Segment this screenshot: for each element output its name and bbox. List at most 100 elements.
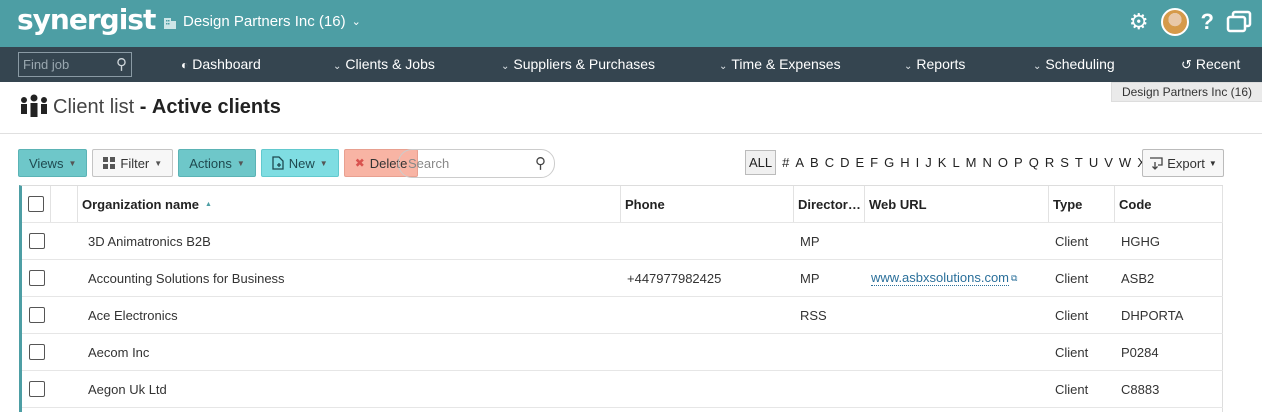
table-row[interactable]: Accounting Solutions for Business +447977… — [22, 260, 1223, 297]
alpha-filter-letter[interactable]: T — [1072, 155, 1086, 170]
col-phone[interactable]: Phone — [621, 186, 794, 222]
nav-dashboard[interactable]: ◐ Dashboard — [181, 56, 261, 72]
alpha-filter-letter[interactable]: F — [867, 155, 881, 170]
table-row[interactable]: Aegon Uk Ltd Client C8883 — [22, 371, 1223, 408]
find-job-placeholder: Find job — [23, 57, 70, 72]
sort-asc-icon: ▲ — [205, 200, 212, 208]
alpha-filter-letter[interactable]: M — [963, 155, 980, 170]
table-row[interactable]: Aecom Inc Client P0284 — [22, 334, 1223, 371]
nav-time-expenses[interactable]: ⌄ Time & Expenses — [719, 56, 841, 72]
table-row[interactable]: Ace Electronics RSS Client DHPORTA — [22, 297, 1223, 334]
row-checkbox[interactable] — [28, 270, 45, 286]
nav-reports[interactable]: ⌄ Reports — [904, 56, 965, 72]
export-button[interactable]: Export ▼ — [1142, 149, 1224, 177]
select-all-checkbox[interactable] — [28, 196, 44, 212]
alpha-filter-letter[interactable]: S — [1057, 155, 1072, 170]
export-icon — [1150, 156, 1163, 170]
cell-org-text: Accounting Solutions for Business — [88, 270, 285, 286]
chevron-down-icon: ⌄ — [719, 61, 728, 72]
cell-type: Client — [1051, 260, 1117, 296]
synergist-logo[interactable]: synergist — [17, 3, 156, 36]
alpha-filter-letter[interactable]: H — [897, 155, 912, 170]
history-icon: ↺ — [1181, 57, 1192, 72]
row-checkbox[interactable] — [28, 344, 45, 360]
cell-type-text: Client — [1055, 344, 1089, 360]
avatar[interactable] — [1160, 8, 1189, 36]
alpha-filter-letter[interactable]: # — [779, 155, 792, 170]
new-button[interactable]: New ▼ — [260, 149, 339, 177]
cell-org: Ace Electronics — [84, 297, 627, 333]
cell-director: RSS — [796, 297, 867, 333]
alpha-filter-letter[interactable]: J — [922, 155, 935, 170]
row-select-cell — [22, 297, 51, 333]
main-nav: Find job ⚲ ◐ Dashboard ⌄ Clients & Jobs ⌄ S… — [0, 47, 1262, 82]
alpha-filter-letter[interactable]: U — [1086, 155, 1101, 170]
filter-button[interactable]: Filter ▼ — [92, 149, 174, 177]
row-checkbox[interactable] — [28, 381, 45, 397]
col-org-label: Organization name — [82, 196, 200, 212]
company-switcher[interactable]: Design Partners Inc (16) ⌄ — [163, 13, 361, 30]
search-input[interactable]: Search ⚲ — [398, 149, 555, 178]
close-icon: ✖ — [354, 156, 365, 170]
cell-type-text: Client — [1055, 381, 1089, 397]
nav-scheduling[interactable]: ⌄ Scheduling — [1033, 56, 1115, 72]
cell-org-text: Aecom Inc — [88, 344, 150, 360]
chevron-down-icon: ⌄ — [904, 61, 913, 72]
alpha-filter-letter[interactable]: L — [949, 155, 962, 170]
cell-phone — [623, 371, 796, 407]
alpha-filter-letter[interactable]: D — [837, 155, 852, 170]
select-all-cell — [22, 186, 51, 222]
windows-icon[interactable] — [1226, 10, 1252, 34]
search-icon[interactable]: ⚲ — [535, 154, 546, 172]
alpha-filter-letter[interactable]: A — [792, 155, 807, 170]
col-phone-label: Phone — [625, 196, 665, 212]
row-select-cell — [22, 334, 51, 370]
alpha-filter-letter[interactable]: N — [980, 155, 995, 170]
alpha-filter-letter[interactable]: I — [913, 155, 923, 170]
cell-type-text: Client — [1055, 233, 1089, 249]
nav-clients-jobs-label: Clients & Jobs — [345, 56, 435, 72]
row-select-cell — [22, 371, 51, 407]
alpha-filter-letter[interactable]: W — [1116, 155, 1134, 170]
find-job-input[interactable]: Find job ⚲ — [18, 52, 132, 77]
actions-button[interactable]: Actions ▼ — [178, 149, 256, 177]
alpha-filter-letter[interactable]: R — [1042, 155, 1057, 170]
nav-recent[interactable]: ↺ Recent — [1181, 56, 1240, 73]
alpha-filter-letter[interactable]: B — [807, 155, 822, 170]
col-org-name[interactable]: Organization name ▲ — [78, 186, 621, 222]
alpha-filter-letter[interactable]: O — [995, 155, 1011, 170]
alpha-filter-all[interactable]: ALL — [745, 149, 777, 175]
alpha-filter-letter[interactable]: C — [822, 155, 837, 170]
row-checkbox[interactable] — [28, 233, 45, 249]
people-icon — [21, 94, 47, 117]
nav-clients-jobs[interactable]: ⌄ Clients & Jobs — [333, 56, 435, 72]
alpha-filter-letter[interactable]: E — [853, 155, 868, 170]
cell-director: MP — [796, 223, 867, 259]
nav-suppliers-purchases[interactable]: ⌄ Suppliers & Purchases — [501, 56, 655, 72]
caret-down-icon: ▼ — [1208, 158, 1217, 168]
alpha-filter-letter[interactable]: P — [1011, 155, 1026, 170]
export-label: Export — [1167, 155, 1205, 171]
company-tag: Design Partners Inc (16) — [1110, 82, 1262, 102]
help-icon[interactable]: ? — [1201, 8, 1214, 36]
col-type[interactable]: Type — [1049, 186, 1115, 222]
cell-code-text: ASB2 — [1121, 270, 1155, 286]
alphabet-filter: ALL#ABCDEFGHIJKLMNOPQRSTUVWXYZ — [745, 149, 1177, 175]
alpha-filter-letter[interactable]: Q — [1026, 155, 1042, 170]
cell-org: Accounting Solutions for Business — [84, 260, 627, 296]
cell-code: HGHG — [1117, 223, 1225, 259]
col-web-url[interactable]: Web URL — [865, 186, 1049, 222]
alpha-filter-letter[interactable]: V — [1101, 155, 1116, 170]
filter-label: Filter — [120, 155, 150, 171]
cell-org: Aecom Inc — [84, 334, 627, 370]
web-url-link[interactable]: www.asbxsolutions.com — [871, 270, 1009, 286]
col-code[interactable]: Code — [1115, 186, 1223, 222]
alpha-filter-letter[interactable]: G — [881, 155, 897, 170]
views-button[interactable]: Views ▼ — [18, 149, 88, 177]
col-director[interactable]: Director… — [794, 186, 865, 222]
table-row[interactable]: 3D Animatronics B2B MP Client HGHG — [22, 223, 1223, 260]
alpha-filter-letter[interactable]: K — [935, 155, 950, 170]
search-icon[interactable]: ⚲ — [116, 55, 127, 73]
gear-icon[interactable]: ⚙ — [1129, 8, 1149, 36]
row-checkbox[interactable] — [28, 307, 45, 323]
